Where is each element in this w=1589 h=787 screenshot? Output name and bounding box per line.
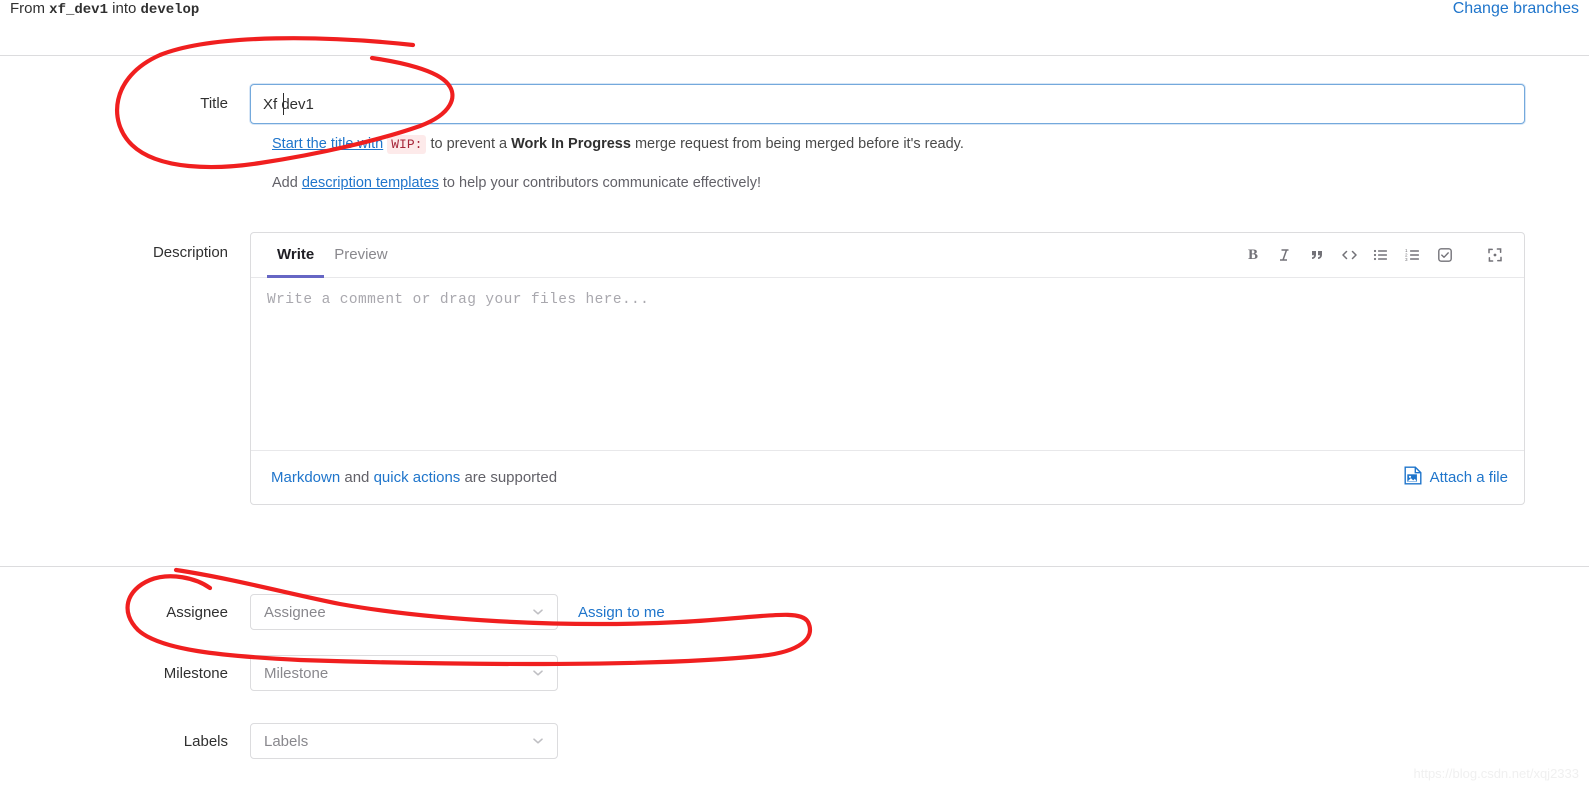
bullet-list-icon[interactable] bbox=[1366, 240, 1396, 270]
branch-bar: From xf_dev1 into develop Change branche… bbox=[0, 0, 1589, 55]
milestone-select-value: Milestone bbox=[264, 664, 329, 682]
bold-icon[interactable]: B bbox=[1238, 240, 1268, 270]
title-label: Title bbox=[200, 95, 228, 112]
branch-prefix: From bbox=[10, 0, 45, 17]
title-input[interactable] bbox=[250, 84, 1525, 124]
labels-label: Labels bbox=[183, 732, 228, 750]
milestone-row: Milestone Milestone bbox=[0, 655, 1589, 691]
assignee-label: Assignee bbox=[166, 603, 228, 621]
markdown-editor: Write Preview B 1 2 3 Write a comment or… bbox=[250, 232, 1525, 505]
wip-hint-mid: to prevent a bbox=[430, 136, 508, 152]
wip-hint: Start the title with WIP: to prevent a W… bbox=[272, 135, 964, 154]
labels-select[interactable]: Labels bbox=[250, 723, 558, 759]
templates-hint-suffix: to help your contributors communicate ef… bbox=[442, 175, 761, 191]
divider-top bbox=[0, 55, 1589, 56]
branch-summary: From xf_dev1 into develop bbox=[10, 0, 199, 18]
code-icon[interactable] bbox=[1334, 240, 1364, 270]
chevron-down-icon bbox=[531, 734, 545, 748]
divider-middle bbox=[0, 566, 1589, 567]
branch-middle: into bbox=[112, 0, 137, 17]
title-row: Title bbox=[0, 84, 1589, 124]
description-templates-link[interactable]: description templates bbox=[302, 175, 439, 191]
attach-a-file-button[interactable]: Attach a file bbox=[1404, 466, 1508, 489]
watermark: https://blog.csdn.net/xqj2333 bbox=[1413, 766, 1579, 781]
description-label: Description bbox=[152, 244, 228, 261]
markdown-tabs: Write Preview bbox=[251, 233, 398, 278]
wip-hint-link[interactable]: Start the title with bbox=[272, 136, 383, 152]
labels-row: Labels Labels bbox=[0, 723, 1589, 759]
wip-code-badge: WIP: bbox=[387, 135, 427, 154]
wip-hint-bold: Work In Progress bbox=[511, 136, 631, 152]
change-branches-link[interactable]: Change branches bbox=[1453, 0, 1579, 18]
text-cursor bbox=[283, 93, 284, 115]
templates-hint: Add description templates to help your c… bbox=[272, 175, 761, 191]
task-list-icon[interactable] bbox=[1430, 240, 1460, 270]
assignee-row: Assignee Assignee Assign to me bbox=[0, 594, 1589, 630]
numbered-list-icon[interactable]: 1 2 3 bbox=[1398, 240, 1428, 270]
fullscreen-icon[interactable] bbox=[1480, 240, 1510, 270]
assignee-select-value: Assignee bbox=[264, 603, 326, 621]
footer-and: and bbox=[344, 469, 370, 486]
target-branch-name: develop bbox=[140, 2, 200, 18]
description-placeholder: Write a comment or drag your files here.… bbox=[267, 292, 650, 308]
chevron-down-icon bbox=[531, 666, 545, 680]
description-textarea[interactable]: Write a comment or drag your files here.… bbox=[251, 278, 1524, 450]
labels-select-value: Labels bbox=[264, 732, 309, 750]
markdown-support-note: Markdown and quick actions are supported bbox=[271, 469, 557, 486]
templates-hint-prefix: Add bbox=[272, 175, 298, 191]
markdown-editor-footer: Markdown and quick actions are supported… bbox=[251, 450, 1524, 504]
assign-to-me-link[interactable]: Assign to me bbox=[578, 604, 665, 621]
image-file-icon bbox=[1404, 466, 1422, 489]
milestone-label: Milestone bbox=[163, 664, 228, 682]
wip-hint-end: merge request from being merged before i… bbox=[634, 136, 964, 152]
markdown-editor-header: Write Preview B 1 2 3 bbox=[251, 233, 1524, 278]
chevron-down-icon bbox=[531, 605, 545, 619]
italic-icon[interactable] bbox=[1270, 240, 1300, 270]
source-branch-name: xf_dev1 bbox=[49, 2, 108, 18]
assignee-select[interactable]: Assignee bbox=[250, 594, 558, 630]
tab-write[interactable]: Write bbox=[267, 233, 325, 278]
footer-suffix: are supported bbox=[464, 469, 558, 486]
attach-a-file-label: Attach a file bbox=[1429, 469, 1508, 486]
quick-actions-link[interactable]: quick actions bbox=[374, 469, 461, 486]
milestone-select[interactable]: Milestone bbox=[250, 655, 558, 691]
tab-preview[interactable]: Preview bbox=[324, 233, 397, 278]
svg-text:3: 3 bbox=[1405, 257, 1408, 262]
markdown-link[interactable]: Markdown bbox=[271, 469, 340, 486]
description-row: Description Write Preview B 1 2 3 Write … bbox=[0, 232, 1589, 505]
quote-icon[interactable] bbox=[1302, 240, 1332, 270]
markdown-toolbar: B 1 2 3 bbox=[1238, 233, 1524, 277]
